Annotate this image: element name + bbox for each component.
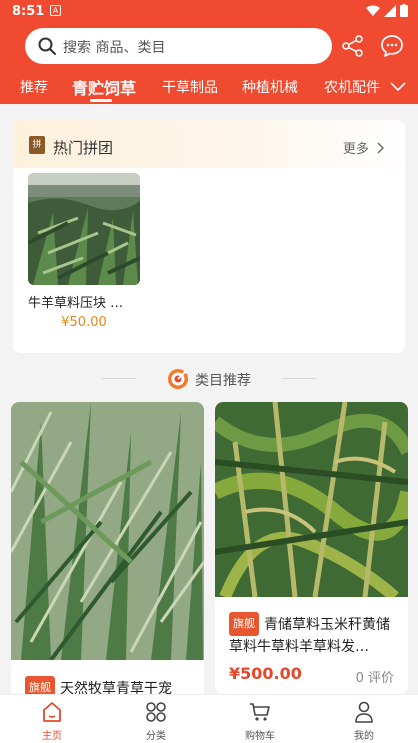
product-card[interactable]: 旗舰 天然牧草青草干宠 — [11, 402, 204, 694]
wifi-icon — [366, 5, 380, 16]
hot-group-buy-card: 拼 热门拼团 更多 牛羊草料压块 … ¥50.00 — [13, 120, 405, 353]
more-link[interactable]: 更多 — [343, 138, 385, 157]
category-icon — [146, 702, 166, 722]
group-buy-badge-icon: 拼 — [29, 136, 45, 154]
section-divider-right — [282, 378, 316, 379]
target-icon — [168, 369, 188, 389]
active-tab-indicator — [90, 99, 112, 102]
nav-cart[interactable]: 购物车 — [208, 695, 312, 743]
product-title: 天然牧草青草干宠 — [60, 681, 172, 694]
battery-icon — [400, 4, 408, 17]
product-name: 旗舰 天然牧草青草干宠 — [25, 676, 195, 694]
notification-icon: A — [50, 5, 61, 16]
more-label: 更多 — [342, 142, 369, 157]
nav-home-label: 主页 — [42, 731, 62, 742]
product-image — [11, 402, 204, 662]
nav-profile-label: 我的 — [354, 731, 374, 742]
group-buy-product[interactable]: 牛羊草料压块 … ¥50.00 — [28, 173, 140, 330]
category-tabs: 推荐 青贮饲草 干草制品 种植机械 农机配件 — [0, 72, 418, 102]
share-icon[interactable] — [342, 35, 364, 57]
tab-recommend[interactable]: 推荐 — [20, 77, 48, 97]
product-image — [28, 173, 140, 285]
review-count: 0 评价 — [355, 671, 394, 686]
section-divider-left — [102, 378, 136, 379]
status-bar: 8:51 A — [0, 0, 418, 24]
profile-icon — [355, 701, 373, 723]
tab-silage-forage[interactable]: 青贮饲草 — [72, 75, 136, 99]
product-name: 牛羊草料压块 … — [28, 296, 124, 311]
hot-group-buy-header: 拼 热门拼团 更多 — [13, 120, 405, 168]
message-icon[interactable] — [380, 34, 404, 58]
nav-profile[interactable]: 我的 — [312, 695, 416, 743]
home-icon — [43, 702, 61, 722]
product-name: 旗舰 青储草料玉米秆黄储草料牛草料羊草料发… — [229, 612, 397, 658]
chevron-right-icon — [377, 142, 384, 154]
status-time: 8:51 — [12, 4, 45, 19]
main-content[interactable]: 拼 热门拼团 更多 牛羊草料压块 … ¥50.00 类目推荐 旗舰 天然牧草青草… — [0, 104, 418, 694]
chevron-down-icon — [390, 82, 406, 92]
nav-category-label: 分类 — [146, 731, 166, 742]
signal-icon — [384, 4, 396, 17]
nav-cart-label: 购物车 — [245, 731, 275, 742]
product-price: ¥500.00 — [229, 664, 302, 683]
expand-tabs-button[interactable] — [382, 74, 418, 100]
nav-category[interactable]: 分类 — [104, 695, 208, 743]
bottom-navigation: 主页 分类 购物车 我的 — [0, 694, 418, 743]
search-input[interactable]: 搜索 商品、类目 — [25, 28, 332, 64]
flagship-badge: 旗舰 — [229, 612, 259, 636]
search-placeholder: 搜索 商品、类目 — [63, 40, 166, 56]
product-card[interactable]: 旗舰 青储草料玉米秆黄储草料牛草料羊草料发… ¥500.00 0 评价 — [215, 402, 408, 694]
flagship-badge: 旗舰 — [25, 676, 55, 694]
product-image — [215, 402, 408, 602]
header: 搜索 商品、类目 推荐 青贮饲草 干草制品 种植机械 农机配件 — [0, 24, 418, 104]
tab-machinery-parts[interactable]: 农机配件 — [324, 77, 380, 97]
hot-group-buy-title: 热门拼团 — [53, 139, 114, 157]
cart-icon — [250, 703, 270, 721]
product-price: ¥50.00 — [61, 315, 107, 330]
nav-home[interactable]: 主页 — [0, 695, 104, 743]
system-icons — [366, 4, 408, 17]
tab-planting-machinery[interactable]: 种植机械 — [242, 77, 298, 97]
search-icon — [38, 37, 56, 55]
category-recommend-title: 类目推荐 — [195, 373, 251, 389]
tab-hay-products[interactable]: 干草制品 — [162, 77, 218, 97]
